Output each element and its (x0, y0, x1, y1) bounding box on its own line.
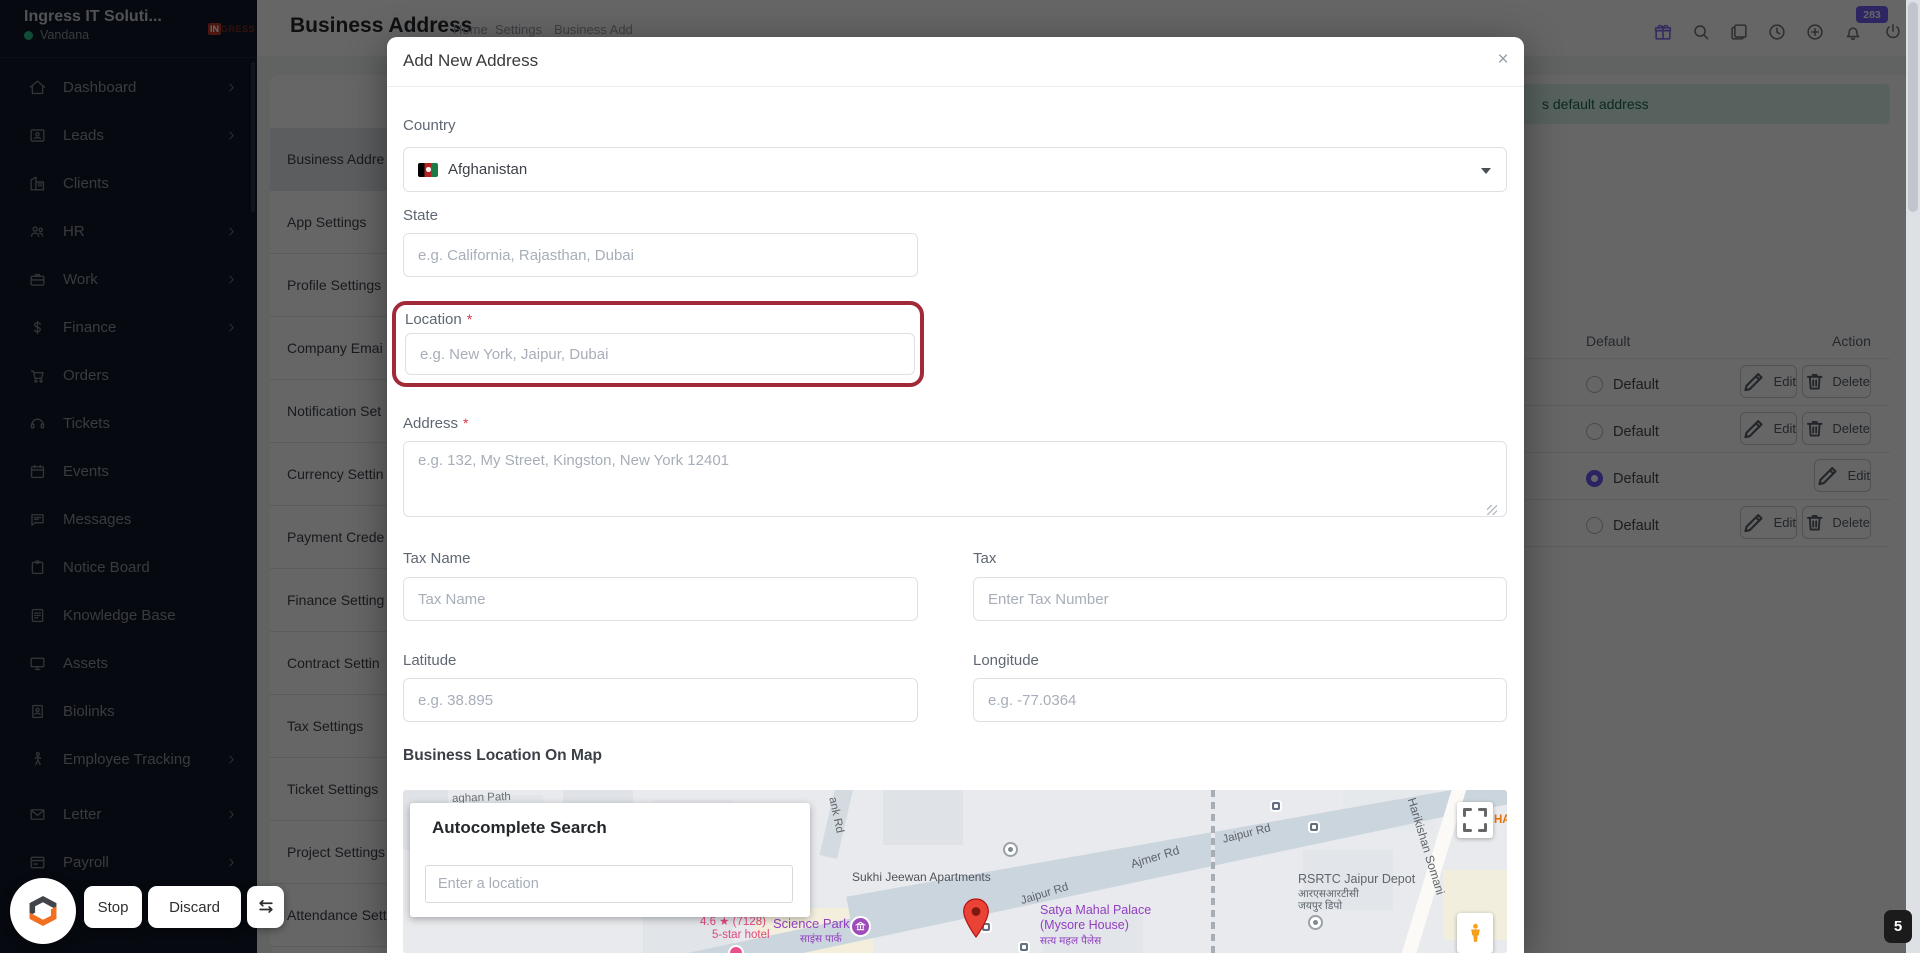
state-input[interactable] (403, 233, 918, 277)
location-input[interactable] (405, 333, 915, 375)
page-badge: 5 (1884, 910, 1912, 943)
swap-arrows-icon (256, 897, 276, 917)
map-railway (1211, 790, 1215, 953)
map-label-hotel: 5-star hotel (712, 929, 770, 941)
map-label-satya-mahal-hi: सत्य महल पैलेस (1040, 935, 1102, 947)
address-label: Address * (403, 415, 469, 432)
modal-title: Add New Address (403, 51, 539, 70)
country-value: Afghanistan (448, 161, 528, 178)
state-label: State (403, 207, 439, 224)
map-label-cutoff: HA (1494, 814, 1507, 826)
map-section-heading: Business Location On Map (403, 747, 602, 764)
museum-poi-icon[interactable] (850, 916, 871, 937)
latitude-input[interactable] (403, 678, 918, 722)
longitude-input[interactable] (973, 678, 1507, 722)
required-asterisk: * (463, 415, 469, 431)
modal-header: Add New Address × (387, 37, 1524, 87)
bus-stop-icon[interactable] (1270, 800, 1282, 812)
fullscreen-button[interactable] (1457, 802, 1493, 838)
latitude-label: Latitude (403, 652, 457, 669)
map-label-science-park: Science Park (773, 916, 850, 931)
tax-name-input[interactable] (403, 577, 918, 621)
swap-button[interactable] (247, 886, 284, 928)
scrollbar-thumb[interactable] (1908, 2, 1918, 212)
screen: Ingress IT Soluti... Vandana IN GRESS Da… (0, 0, 1920, 953)
map-label-rsrtc-hi2: जयपुर डिपो (1298, 900, 1343, 912)
pegman-button[interactable] (1457, 913, 1493, 953)
tax-label: Tax (973, 550, 997, 567)
agent-logo-button[interactable] (10, 878, 76, 944)
tax-number-input[interactable] (973, 577, 1507, 621)
afghanistan-flag-icon (418, 162, 438, 177)
discard-button[interactable]: Discard (148, 886, 241, 928)
location-label: Location * (405, 311, 473, 328)
map-label-rsrtc: RSRTC Jaipur Depot (1298, 872, 1416, 886)
red-map-pin[interactable] (962, 898, 990, 938)
agent-logo-icon (29, 895, 57, 927)
map-label-science-park-hi: साइंस पार्क (800, 933, 842, 945)
map-label-poi: Sukhi Jeewan Apartments (852, 870, 991, 884)
address-textarea[interactable] (403, 441, 1507, 517)
fullscreen-icon (1457, 802, 1493, 838)
country-select[interactable]: Afghanistan (403, 147, 1507, 192)
map-label-satya-mahal: Satya Mahal Palace (1040, 903, 1152, 917)
map-poi-marker[interactable] (1308, 915, 1323, 930)
stop-button[interactable]: Stop (84, 886, 142, 928)
caret-down-icon (1481, 168, 1491, 174)
country-label: Country (403, 117, 456, 134)
map-building (883, 790, 963, 845)
close-icon[interactable]: × (1490, 47, 1516, 73)
tax-name-label: Tax Name (403, 550, 471, 567)
autocomplete-input[interactable] (425, 865, 793, 903)
window-scrollbar[interactable] (1906, 0, 1920, 953)
business-location-map[interactable]: aghan Path ank Rd Sukhi Jeewan Apartment… (403, 790, 1507, 953)
longitude-label: Longitude (973, 652, 1039, 669)
required-asterisk: * (466, 311, 473, 327)
map-label-mysore-house: (Mysore House) (1040, 918, 1129, 932)
bus-stop-icon[interactable] (1018, 941, 1030, 953)
add-address-modal: Add New Address × Country Afghanistan St… (387, 37, 1524, 953)
map-poi-marker[interactable] (1003, 842, 1018, 857)
autocomplete-card: Autocomplete Search (410, 803, 810, 917)
bus-stop-icon[interactable] (1308, 821, 1320, 833)
autocomplete-title: Autocomplete Search (432, 818, 607, 837)
